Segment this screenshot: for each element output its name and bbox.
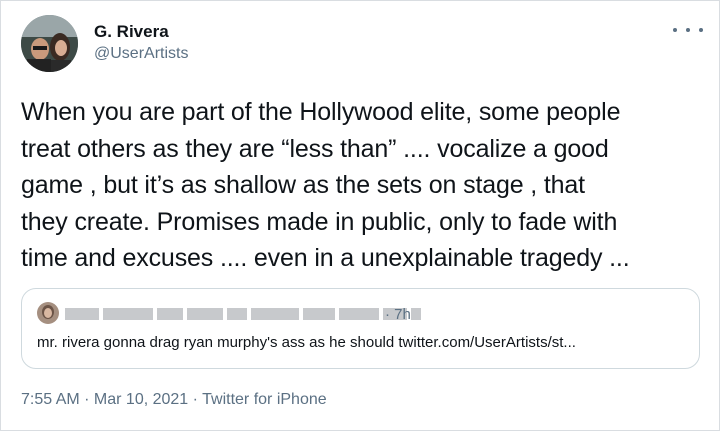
quoted-author-redacted: [65, 308, 421, 320]
tweet-card: G. Rivera @UserArtists When you are part…: [0, 0, 720, 431]
author-handle[interactable]: @UserArtists: [94, 45, 188, 63]
timestamp[interactable]: 7:55 AM · Mar 10, 2021 ·: [21, 391, 202, 408]
more-dot: [673, 28, 677, 32]
more-dot: [686, 28, 690, 32]
tweet-meta: 7:55 AM · Mar 10, 2021 · Twitter for iPh…: [21, 391, 327, 409]
quoted-text: mr. rivera gonna drag ryan murphy's ass …: [37, 334, 576, 351]
avatar[interactable]: [21, 15, 78, 72]
author-name[interactable]: G. Rivera: [94, 22, 169, 42]
quoted-tweet[interactable]: · 7h mr. rivera gonna drag ryan murphy's…: [21, 288, 700, 369]
quoted-time[interactable]: · 7h: [385, 306, 411, 323]
source-link[interactable]: Twitter for iPhone: [202, 391, 327, 408]
more-options-icon[interactable]: [673, 20, 703, 40]
quoted-avatar[interactable]: [37, 302, 59, 324]
more-dot: [699, 28, 703, 32]
tweet-text: When you are part of the Hollywood elite…: [21, 98, 630, 272]
